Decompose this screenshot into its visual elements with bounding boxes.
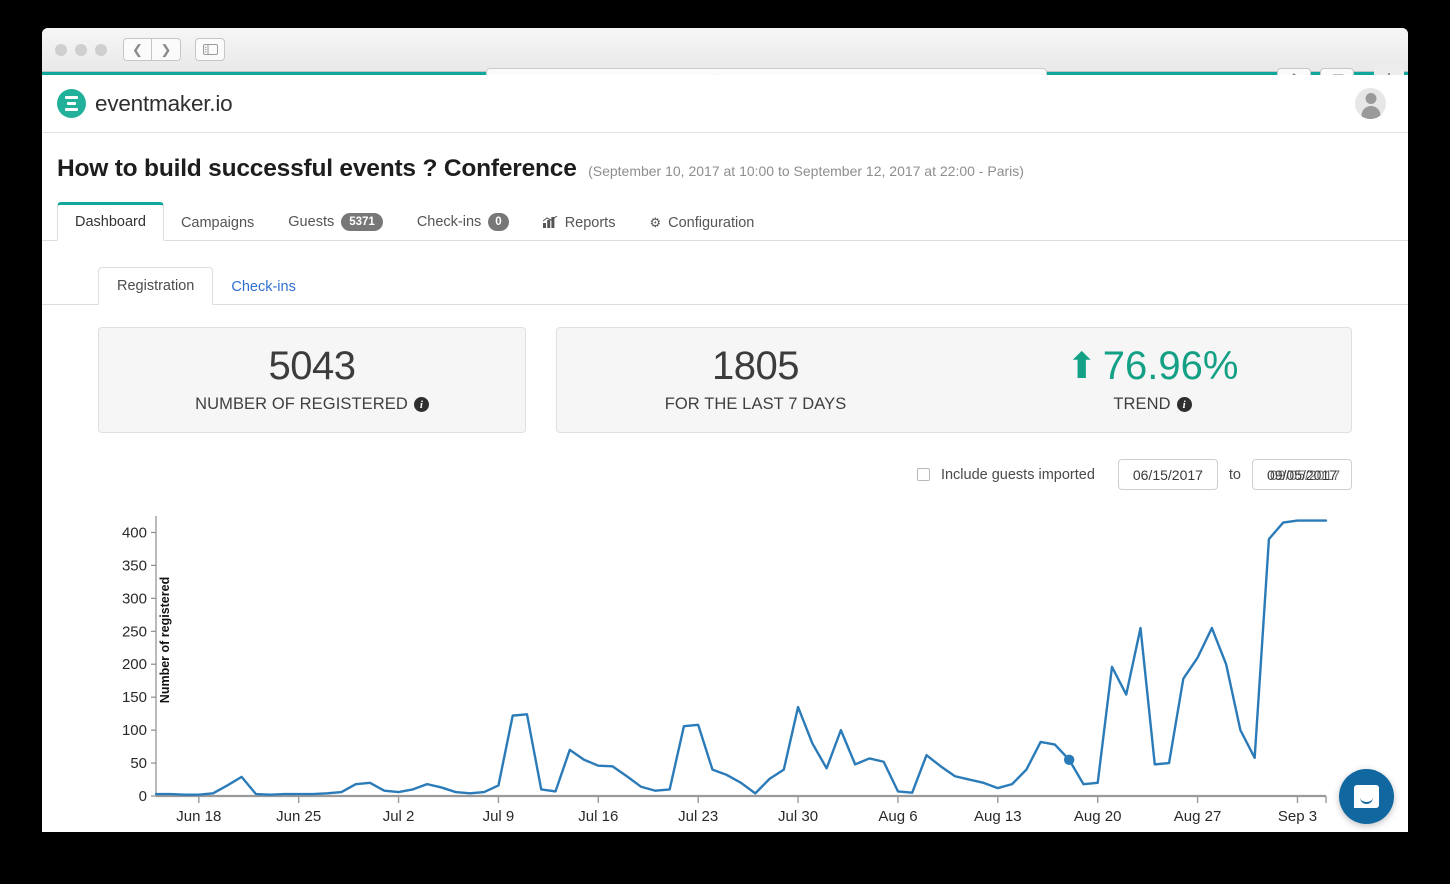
stat-cards: 5043 NUMBER OF REGISTERED i 1805 FOR THE… <box>42 305 1408 433</box>
navigation-buttons[interactable]: ❮ ❯ <box>123 38 181 61</box>
tab-configuration[interactable]: ⚙ Configuration <box>632 204 771 241</box>
last7-value: 1805 <box>712 346 799 386</box>
date-range-separator: to <box>1229 467 1241 483</box>
browser-toolbar: ❮ ❯ 🔒 app.eventmaker.io ↻ <box>42 28 1408 72</box>
forward-icon[interactable]: ❯ <box>152 38 181 61</box>
svg-text:Jul 23: Jul 23 <box>678 808 718 825</box>
registered-stat: 5043 NUMBER OF REGISTERED i <box>99 346 525 414</box>
date-from-input[interactable]: 06/15/2017 <box>1118 459 1218 490</box>
window-controls[interactable] <box>55 44 107 56</box>
date-to-value-ghost: 09/05/2017 <box>1270 467 1340 483</box>
gear-icon: ⚙ <box>649 215 661 231</box>
svg-text:200: 200 <box>122 657 147 674</box>
subtab-label: Registration <box>117 278 194 294</box>
svg-text:Jul 9: Jul 9 <box>483 808 515 825</box>
browser-window: ❮ ❯ 🔒 app.eventmaker.io ↻ <box>42 28 1408 832</box>
svg-text:Jul 2: Jul 2 <box>383 808 415 825</box>
chat-widget-button[interactable] <box>1339 769 1394 824</box>
tab-reports[interactable]: Reports <box>526 204 633 241</box>
chart-filters: Include guests imported 06/15/2017 to 09… <box>42 433 1408 490</box>
svg-text:Aug 27: Aug 27 <box>1174 808 1222 825</box>
tab-checkins[interactable]: Check-ins 0 <box>400 202 526 241</box>
subtab-checkins[interactable]: Check-ins <box>213 269 313 305</box>
brand-logo[interactable]: eventmaker.io <box>57 89 232 118</box>
include-imported-label: Include guests imported <box>941 467 1095 483</box>
registration-line-chart: 0 50 100 150 200 250 300 350 400 Number of regist… <box>98 508 1343 832</box>
registered-caption: NUMBER OF REGISTERED i <box>195 395 429 414</box>
brand-name: eventmaker.io <box>95 91 232 117</box>
tab-label: Campaigns <box>181 215 254 231</box>
registered-caption-text: NUMBER OF REGISTERED <box>195 395 408 414</box>
desktop-background: ❮ ❯ 🔒 app.eventmaker.io ↻ <box>0 0 1450 884</box>
svg-text:Jun 18: Jun 18 <box>176 808 221 825</box>
tab-guests[interactable]: Guests 5371 <box>271 202 400 241</box>
svg-text:Jul 30: Jul 30 <box>778 808 818 825</box>
tab-label: Guests <box>288 214 334 230</box>
registered-value: 5043 <box>269 346 356 386</box>
eventmaker-logo-icon <box>57 89 86 118</box>
page-title: How to build successful events ? Confere… <box>57 155 577 182</box>
date-from-value: 06/15/2017 <box>1133 467 1203 483</box>
sidebar-icon[interactable] <box>195 38 225 61</box>
svg-text:250: 250 <box>122 624 147 641</box>
subtab-registration[interactable]: Registration <box>98 267 213 305</box>
svg-text:50: 50 <box>130 755 147 772</box>
svg-text:Aug 20: Aug 20 <box>1074 808 1122 825</box>
trend-caption-text: TREND <box>1113 395 1170 414</box>
svg-text:Jul 16: Jul 16 <box>578 808 618 825</box>
secondary-tabs: Registration Check-ins <box>42 266 1408 305</box>
tab-dashboard[interactable]: Dashboard <box>57 202 164 241</box>
maximize-window-button[interactable] <box>95 44 107 56</box>
app-header: eventmaker.io <box>42 75 1408 133</box>
event-subtitle: (September 10, 2017 at 10:00 to Septembe… <box>588 163 1024 179</box>
svg-text:300: 300 <box>122 591 147 608</box>
tab-campaigns[interactable]: Campaigns <box>164 204 271 241</box>
close-window-button[interactable] <box>55 44 67 56</box>
last7-caption-text: FOR THE LAST 7 DAYS <box>665 395 847 414</box>
svg-text:Number of registered: Number of registered <box>158 577 172 703</box>
app-content: eventmaker.io How to build successful ev… <box>42 75 1408 832</box>
trend-stat: ⬆ 76.96% TREND i <box>954 346 1351 414</box>
primary-tabs: Dashboard Campaigns Guests 5371 Check-in… <box>42 201 1408 241</box>
trend-value: 76.96% <box>1103 346 1239 386</box>
info-icon[interactable]: i <box>1177 397 1192 412</box>
trend-caption: TREND i <box>1113 395 1191 414</box>
chart-icon <box>543 216 558 231</box>
registered-card: 5043 NUMBER OF REGISTERED i <box>98 327 526 433</box>
guests-count-badge: 5371 <box>341 213 383 231</box>
avatar[interactable] <box>1355 88 1386 119</box>
last7-stat: 1805 FOR THE LAST 7 DAYS <box>557 346 954 414</box>
tab-label: Check-ins <box>417 214 481 230</box>
last7-caption: FOR THE LAST 7 DAYS <box>665 395 847 414</box>
date-to-input[interactable]: 09/05/2017 09/05/2017 <box>1252 459 1352 490</box>
minimize-window-button[interactable] <box>75 44 87 56</box>
registration-chart: 0 50 100 150 200 250 300 350 400 Number of regist… <box>42 490 1408 832</box>
svg-text:Jun 25: Jun 25 <box>276 808 321 825</box>
svg-text:Aug 6: Aug 6 <box>878 808 917 825</box>
svg-text:400: 400 <box>122 525 147 542</box>
checkins-count-badge: 0 <box>488 213 508 231</box>
back-icon[interactable]: ❮ <box>123 38 152 61</box>
tab-label: Dashboard <box>75 214 146 230</box>
include-imported-checkbox[interactable] <box>917 468 930 481</box>
svg-text:Sep 3: Sep 3 <box>1278 808 1317 825</box>
event-title-zone: How to build successful events ? Confere… <box>42 133 1408 183</box>
svg-text:Aug 13: Aug 13 <box>974 808 1022 825</box>
svg-text:150: 150 <box>122 690 147 707</box>
info-icon[interactable]: i <box>414 397 429 412</box>
tab-label: Reports <box>565 215 616 231</box>
svg-text:100: 100 <box>122 722 147 739</box>
trend-value-row: ⬆ 76.96% <box>1067 346 1239 386</box>
tab-label: Configuration <box>668 215 754 231</box>
svg-text:350: 350 <box>122 558 147 575</box>
chat-bubble-icon <box>1354 785 1379 808</box>
arrow-up-icon: ⬆ <box>1067 348 1097 384</box>
subtab-label: Check-ins <box>231 279 295 295</box>
svg-text:0: 0 <box>139 788 147 805</box>
trend-card: 1805 FOR THE LAST 7 DAYS ⬆ 76.96% TREND … <box>556 327 1352 433</box>
